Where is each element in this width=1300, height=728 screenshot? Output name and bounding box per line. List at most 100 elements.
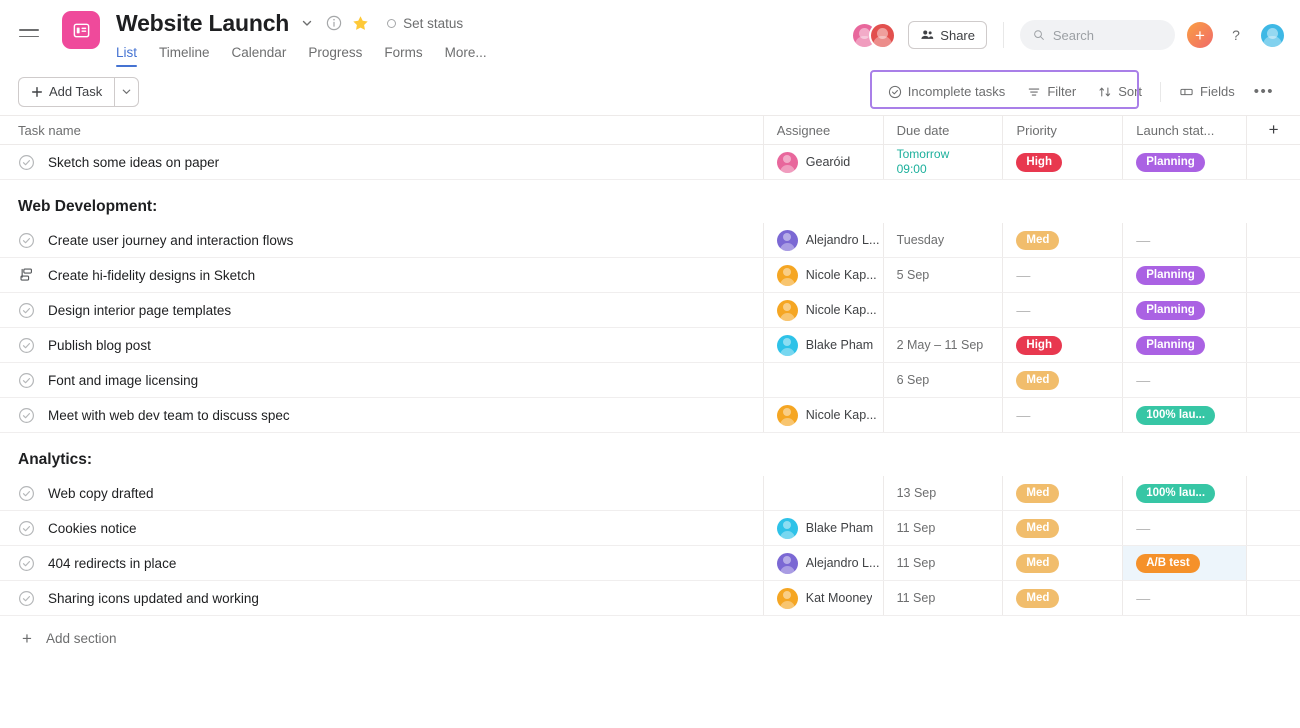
- tab-forms[interactable]: Forms: [384, 45, 422, 67]
- avatar[interactable]: [776, 552, 798, 574]
- cell-priority[interactable]: Med: [1002, 476, 1122, 510]
- cell-assignee[interactable]: Gearóid: [762, 145, 883, 179]
- cell-task-name[interactable]: Cookies notice: [0, 511, 763, 545]
- column-header-launch-status[interactable]: Launch stat...: [1122, 115, 1246, 145]
- cell-launch-status[interactable]: A/B test: [1122, 546, 1247, 580]
- cell-assignee[interactable]: [762, 363, 883, 397]
- cell-task-name[interactable]: Design interior page templates: [0, 293, 763, 327]
- cell-due-date[interactable]: 5 Sep: [882, 258, 1003, 292]
- avatar[interactable]: [776, 334, 798, 356]
- column-header-priority[interactable]: Priority: [1002, 115, 1122, 145]
- check-circle-icon[interactable]: [18, 302, 35, 319]
- cell-launch-status[interactable]: Planning: [1122, 145, 1246, 179]
- cell-launch-status[interactable]: —: [1122, 223, 1246, 257]
- table-row[interactable]: Create user journey and interaction flow…: [0, 223, 1300, 258]
- check-circle-icon[interactable]: [18, 520, 35, 537]
- cell-task-name[interactable]: Font and image licensing: [0, 363, 763, 397]
- cell-task-name[interactable]: Sharing icons updated and working: [0, 581, 763, 615]
- check-circle-icon[interactable]: [18, 337, 35, 354]
- cell-assignee[interactable]: Nicole Kap...: [762, 398, 883, 432]
- set-status-button[interactable]: Set status: [387, 16, 463, 31]
- cell-due-date[interactable]: 2 May – 11 Sep: [882, 328, 1003, 362]
- cell-due-date[interactable]: 13 Sep: [882, 476, 1003, 510]
- cell-due-date[interactable]: Tuesday: [882, 223, 1003, 257]
- tab-more[interactable]: More...: [445, 45, 487, 67]
- cell-assignee[interactable]: Alejandro L...: [762, 223, 883, 257]
- cell-due-date[interactable]: 6 Sep: [882, 363, 1003, 397]
- add-column-button[interactable]: +: [1246, 115, 1300, 145]
- add-task-button[interactable]: Add Task: [18, 76, 115, 107]
- avatar[interactable]: [776, 151, 798, 173]
- avatar[interactable]: [776, 299, 798, 321]
- cell-assignee[interactable]: Blake Pham: [762, 328, 883, 362]
- cell-due-date[interactable]: 11 Sep: [882, 511, 1003, 545]
- filter-button[interactable]: Filter: [1016, 79, 1087, 104]
- check-circle-icon[interactable]: [18, 372, 35, 389]
- cell-task-name[interactable]: Meet with web dev team to discuss spec: [0, 398, 763, 432]
- tab-list[interactable]: List: [116, 45, 138, 67]
- check-circle-icon[interactable]: [18, 485, 35, 502]
- column-header-due-date[interactable]: Due date: [882, 115, 1003, 145]
- cell-assignee[interactable]: Nicole Kap...: [762, 293, 883, 327]
- check-circle-icon[interactable]: [18, 555, 35, 572]
- project-list-board-icon[interactable]: [62, 11, 100, 49]
- cell-priority[interactable]: —: [1002, 398, 1122, 432]
- quick-add-button[interactable]: +: [1187, 22, 1213, 48]
- cell-due-date[interactable]: [882, 293, 1003, 327]
- cell-launch-status[interactable]: Planning: [1122, 328, 1246, 362]
- cell-priority[interactable]: Med: [1002, 581, 1122, 615]
- cell-priority[interactable]: Med: [1002, 223, 1122, 257]
- table-row[interactable]: Sharing icons updated and working Kat Moo…: [0, 581, 1300, 616]
- table-row[interactable]: Web copy drafted 13 Sep Med 100% lau...: [0, 476, 1300, 511]
- hamburger-icon[interactable]: [14, 18, 44, 48]
- cell-task-name[interactable]: Create hi-fidelity designs in Sketch: [0, 258, 763, 292]
- avatar[interactable]: [776, 229, 798, 251]
- cell-assignee[interactable]: Alejandro L...: [762, 546, 883, 580]
- cell-assignee[interactable]: Nicole Kap...: [762, 258, 883, 292]
- chevron-down-icon[interactable]: [299, 15, 315, 31]
- search-box[interactable]: [1020, 20, 1175, 50]
- cell-priority[interactable]: —: [1002, 258, 1122, 292]
- cell-launch-status[interactable]: Planning: [1122, 258, 1246, 292]
- cell-task-name[interactable]: Web copy drafted: [0, 476, 763, 510]
- cell-launch-status[interactable]: 100% lau...: [1122, 476, 1246, 510]
- avatar[interactable]: [869, 21, 897, 49]
- cell-task-name[interactable]: Publish blog post: [0, 328, 763, 362]
- cell-priority[interactable]: Med: [1002, 546, 1122, 580]
- table-row[interactable]: Publish blog post Blake Pham 2 May – 11 Se…: [0, 328, 1300, 363]
- cell-task-name[interactable]: 404 redirects in place: [0, 546, 763, 580]
- check-circle-icon[interactable]: [18, 590, 35, 607]
- cell-priority[interactable]: High: [1002, 328, 1122, 362]
- share-button[interactable]: Share: [908, 21, 987, 49]
- cell-launch-status[interactable]: Planning: [1122, 293, 1246, 327]
- cell-launch-status[interactable]: 100% lau...: [1122, 398, 1246, 432]
- column-header-task-name[interactable]: Task name: [0, 116, 763, 145]
- cell-launch-status[interactable]: —: [1122, 581, 1246, 615]
- cell-due-date[interactable]: Tomorrow 09:00: [882, 145, 1003, 179]
- cell-task-name[interactable]: Sketch some ideas on paper: [0, 145, 763, 179]
- cell-launch-status[interactable]: —: [1122, 363, 1246, 397]
- section-header[interactable]: Analytics:: [0, 433, 1300, 476]
- add-task-caret-icon[interactable]: [114, 76, 140, 107]
- incomplete-tasks-filter[interactable]: Incomplete tasks: [877, 79, 1017, 104]
- help-button[interactable]: ?: [1225, 24, 1247, 46]
- tab-timeline[interactable]: Timeline: [159, 45, 210, 67]
- cell-due-date[interactable]: 11 Sep: [882, 581, 1003, 615]
- cell-assignee[interactable]: Kat Mooney: [762, 581, 883, 615]
- fields-button[interactable]: Fields: [1168, 79, 1246, 104]
- table-row[interactable]: Font and image licensing 6 Sep Med —: [0, 363, 1300, 398]
- section-header[interactable]: Web Development:: [0, 180, 1300, 223]
- cell-task-name[interactable]: Create user journey and interaction flow…: [0, 223, 763, 257]
- cell-priority[interactable]: —: [1002, 293, 1122, 327]
- avatar[interactable]: [776, 404, 798, 426]
- tab-progress[interactable]: Progress: [308, 45, 362, 67]
- table-row[interactable]: Cookies notice Blake Pham 11 Sep Med —: [0, 511, 1300, 546]
- star-icon[interactable]: [352, 15, 369, 32]
- add-section-button[interactable]: + Add section: [0, 616, 1300, 647]
- cell-priority[interactable]: Med: [1002, 511, 1122, 545]
- more-options-button[interactable]: •••: [1246, 81, 1282, 102]
- table-row[interactable]: 404 redirects in place Alejandro L... 11 S…: [0, 546, 1300, 581]
- avatar[interactable]: [776, 517, 798, 539]
- subtask-icon[interactable]: [18, 267, 35, 284]
- table-row[interactable]: Create hi-fidelity designs in Sketch Nico…: [0, 258, 1300, 293]
